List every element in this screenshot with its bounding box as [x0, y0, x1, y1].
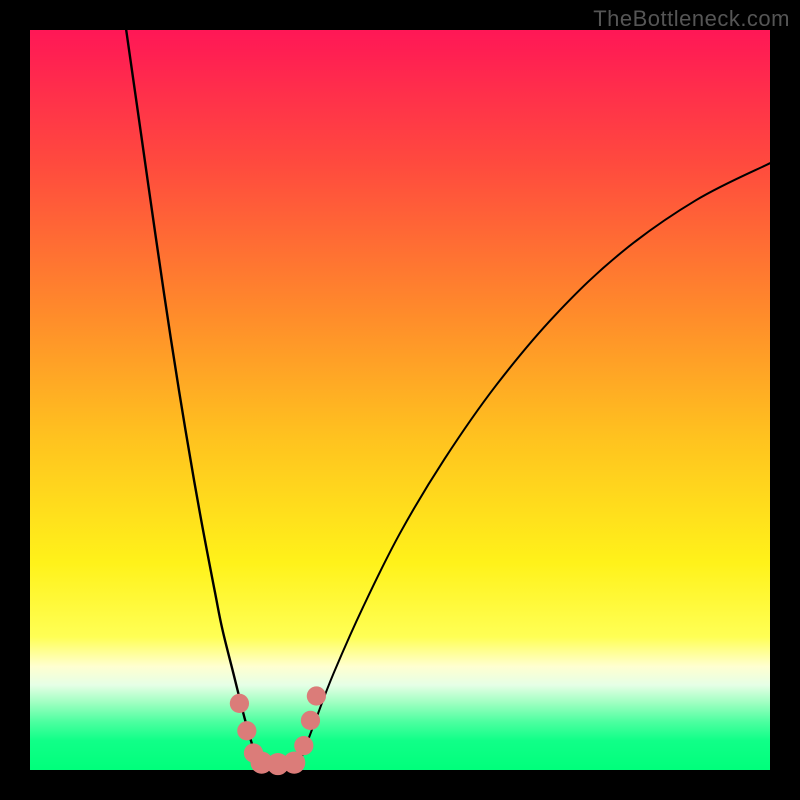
watermark-text: TheBottleneck.com	[593, 6, 790, 32]
chart-svg	[0, 0, 800, 800]
chart-stage: TheBottleneck.com	[0, 0, 800, 800]
marker-dot	[294, 736, 313, 755]
marker-dot	[237, 721, 256, 740]
marker-dot	[230, 694, 249, 713]
marker-dot	[301, 711, 320, 730]
marker-dot	[307, 686, 326, 705]
